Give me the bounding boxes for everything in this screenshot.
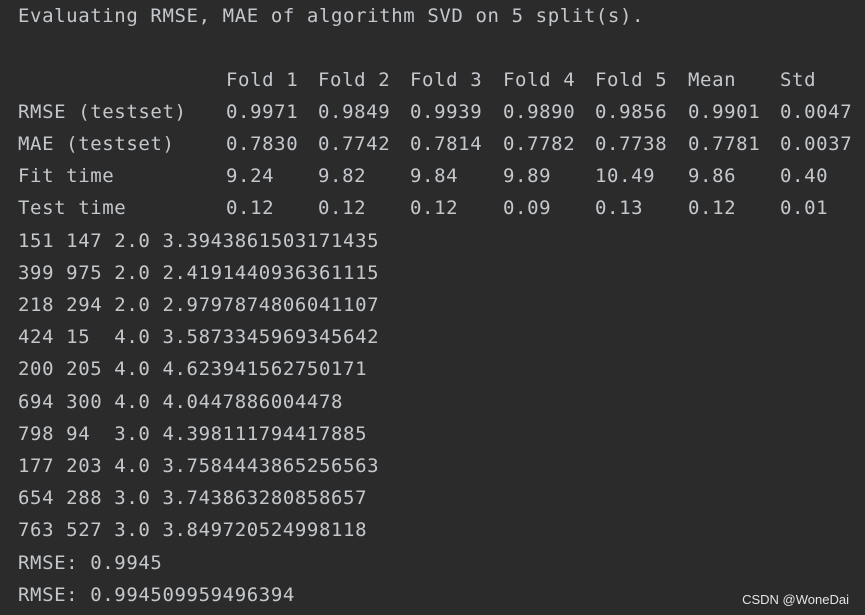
table-cell: 9.89 xyxy=(503,165,552,187)
table-cell: 0.7742 xyxy=(318,133,391,155)
table-cell: 0.12 xyxy=(410,197,459,219)
column-header-fold-5: Fold 5 xyxy=(595,69,668,91)
table-cell: 0.12 xyxy=(318,197,367,219)
prediction-line: 218 294 2.0 2.9797874806041107 xyxy=(18,294,380,316)
table-cell: 0.7781 xyxy=(688,133,761,155)
prediction-line: 798 94 3.0 4.398111794417885 xyxy=(18,423,368,445)
table-cell: 9.84 xyxy=(410,165,459,187)
table-cell: 0.0037 xyxy=(780,133,853,155)
column-header-std: Std xyxy=(780,69,817,91)
table-cell: 10.49 xyxy=(595,165,656,187)
table-cell: 0.9890 xyxy=(503,101,576,123)
table-cell: 9.86 xyxy=(688,165,737,187)
table-cell: 0.7814 xyxy=(410,133,483,155)
prediction-line: 151 147 2.0 3.3943861503171435 xyxy=(18,230,380,252)
table-cell: 0.13 xyxy=(595,197,644,219)
console-output: Evaluating RMSE, MAE of algorithm SVD on… xyxy=(0,0,865,615)
prediction-line: 424 15 4.0 3.5873345969345642 xyxy=(18,326,380,348)
table-cell: 0.01 xyxy=(780,197,829,219)
table-cell: 0.9856 xyxy=(595,101,668,123)
table-cell: 0.7738 xyxy=(595,133,668,155)
row-label-rmse: RMSE (testset) xyxy=(18,101,187,123)
table-cell: 0.40 xyxy=(780,165,829,187)
prediction-line: 654 288 3.0 3.743863280858657 xyxy=(18,487,368,509)
column-header-fold-3: Fold 3 xyxy=(410,69,483,91)
table-cell: 0.9849 xyxy=(318,101,391,123)
table-cell: 9.82 xyxy=(318,165,367,187)
column-header-mean: Mean xyxy=(688,69,737,91)
prediction-line: 399 975 2.0 2.4191440936361115 xyxy=(18,262,380,284)
table-cell: 0.9971 xyxy=(226,101,299,123)
table-cell: 0.9901 xyxy=(688,101,761,123)
table-cell: 9.24 xyxy=(226,165,275,187)
column-header-fold-4: Fold 4 xyxy=(503,69,576,91)
column-header-fold-1: Fold 1 xyxy=(226,69,299,91)
column-header-fold-2: Fold 2 xyxy=(318,69,391,91)
row-label-fit-time: Fit time xyxy=(18,165,115,187)
prediction-line: 200 205 4.0 4.623941562750171 xyxy=(18,358,368,380)
table-cell: 0.12 xyxy=(226,197,275,219)
table-cell: 0.7830 xyxy=(226,133,299,155)
table-cell: 0.0047 xyxy=(780,101,853,123)
table-cell: 0.12 xyxy=(688,197,737,219)
prediction-line: 177 203 4.0 3.7584443865256563 xyxy=(18,455,380,477)
prediction-line: 694 300 4.0 4.0447886004478 xyxy=(18,391,344,413)
watermark-text: CSDN @WoneDai xyxy=(742,592,849,607)
table-cell: 0.09 xyxy=(503,197,552,219)
table-cell: 0.9939 xyxy=(410,101,483,123)
evaluation-header-line: Evaluating RMSE, MAE of algorithm SVD on… xyxy=(18,5,645,27)
rmse-full-line: RMSE: 0.994509959496394 xyxy=(18,584,295,606)
prediction-line: 763 527 3.0 3.849720524998118 xyxy=(18,519,368,541)
rmse-summary-line: RMSE: 0.9945 xyxy=(18,552,163,574)
table-cell: 0.7782 xyxy=(503,133,576,155)
row-label-mae: MAE (testset) xyxy=(18,133,175,155)
row-label-test-time: Test time xyxy=(18,197,127,219)
